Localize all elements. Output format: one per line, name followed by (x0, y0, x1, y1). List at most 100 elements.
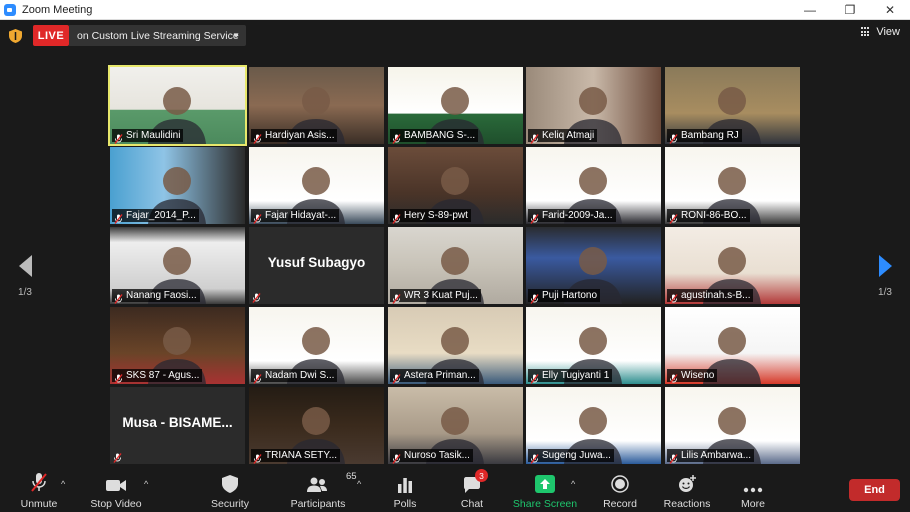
window-titlebar: Zoom Meeting — ❐ ✕ (0, 0, 910, 20)
participant-namebar: Lilis Ambarwa... (667, 449, 755, 464)
muted-mic-icon (392, 291, 401, 304)
muted-mic-icon (392, 451, 401, 464)
share-screen-button[interactable]: Share Screen (513, 471, 577, 511)
grid-view-icon (861, 27, 871, 37)
record-button[interactable]: Record (603, 471, 637, 511)
more-button[interactable]: More (738, 471, 768, 511)
participant-tile[interactable]: WR 3 Kuat Puj... (388, 227, 523, 304)
participant-namebar: RONI-86-BO... (667, 209, 750, 224)
participant-name: BAMBANG S-... (404, 130, 476, 141)
participant-namebar: Sri Maulidini (112, 129, 184, 144)
participant-tile[interactable]: Nadam Dwi S... (249, 307, 384, 384)
polls-button[interactable]: Polls (390, 471, 420, 511)
participant-tile[interactable]: Fajar Hidayat-... (249, 147, 384, 224)
muted-mic-icon (392, 211, 401, 224)
participant-namebar: Wiseno (667, 369, 718, 384)
participant-tile[interactable]: Bambang RJ (665, 67, 800, 144)
participant-tile[interactable]: agustinah.s-B... (665, 227, 800, 304)
participant-tile[interactable]: Astera Priman... (388, 307, 523, 384)
reactions-button[interactable]: Reactions (664, 471, 710, 511)
muted-mic-icon (669, 371, 678, 384)
stop-video-label: Stop Video (90, 498, 142, 510)
participants-icon (307, 477, 327, 492)
chevron-up-icon[interactable]: ^ (571, 479, 579, 489)
participant-tile[interactable]: Sugeng Juwa... (526, 387, 661, 464)
participant-tile[interactable]: Lilis Ambarwa... (665, 387, 800, 464)
muted-mic-icon (530, 451, 539, 464)
participant-tile[interactable]: TRIANA SETY... (249, 387, 384, 464)
participant-tile[interactable]: Puji Hartono (526, 227, 661, 304)
polls-label: Polls (393, 498, 417, 510)
participant-namebar: Hery S-89-pwt (390, 209, 471, 224)
participant-tile[interactable]: Keliq Atmaji (526, 67, 661, 144)
participant-tile[interactable]: Nuroso Tasik... (388, 387, 523, 464)
participant-namebar: Nuroso Tasik... (390, 449, 473, 464)
participant-namebar: Hardiyan Asis... (251, 129, 338, 144)
participant-tile[interactable]: Sri Maulidini (108, 65, 247, 146)
view-button[interactable]: View (861, 26, 900, 38)
participant-name: TRIANA SETY... (265, 450, 338, 461)
reactions-icon (679, 475, 696, 492)
muted-mic-icon (114, 291, 123, 304)
close-button[interactable]: ✕ (870, 0, 910, 20)
muted-mic-icon (114, 371, 123, 384)
chevron-up-icon[interactable]: ^ (61, 479, 69, 489)
participants-button[interactable]: 65 Participants (290, 471, 357, 511)
participant-namebar: Elly Tugiyanti 1 (528, 369, 613, 384)
participant-namebar: Astera Priman... (390, 369, 479, 384)
participant-tile[interactable]: Fajar_2014_P... (110, 147, 245, 224)
participant-name: Astera Priman... (404, 370, 476, 381)
participant-tile[interactable]: Nanang Faosi... (110, 227, 245, 304)
next-page-button[interactable]: 1/3 (870, 255, 900, 298)
participant-namebar: Puji Hartono (528, 289, 601, 304)
participant-namebar: Fajar Hidayat-... (251, 209, 340, 224)
more-label: More (741, 498, 765, 510)
participant-tile[interactable]: SKS 87 - Agus... (110, 307, 245, 384)
participant-name: Sugeng Juwa... (542, 450, 611, 461)
participant-tile[interactable]: BAMBANG S-... (388, 67, 523, 144)
participant-name: Keliq Atmaji (542, 130, 595, 141)
live-service-dropdown[interactable]: on Custom Live Streaming Service ▼ (69, 25, 246, 46)
participant-tile[interactable]: Hery S-89-pwt (388, 147, 523, 224)
muted-mic-icon (114, 131, 123, 144)
participant-tile[interactable]: Elly Tugiyanti 1 (526, 307, 661, 384)
previous-page-button[interactable]: 1/3 (10, 255, 40, 298)
participant-tile[interactable]: Hardiyan Asis... (249, 67, 384, 144)
muted-mic-icon (669, 451, 678, 464)
participant-tile[interactable]: Farid-2009-Ja... (526, 147, 661, 224)
participant-namebar: SKS 87 - Agus... (112, 369, 203, 384)
muted-mic-icon (252, 290, 262, 303)
security-label: Security (211, 498, 249, 510)
participants-label: Participants (290, 498, 346, 510)
participant-tile[interactable]: Yusuf Subagyo (249, 227, 384, 304)
participant-tile[interactable]: RONI-86-BO... (665, 147, 800, 224)
muted-mic-icon (530, 211, 539, 224)
page-indicator-right: 1/3 (878, 287, 892, 298)
participant-name: agustinah.s-B... (681, 290, 751, 301)
stop-video-button[interactable]: Stop Video (90, 471, 142, 511)
chevron-up-icon[interactable]: ^ (357, 479, 365, 489)
polls-icon (398, 478, 412, 493)
maximize-button[interactable]: ❐ (830, 0, 870, 20)
muted-mic-icon (669, 211, 678, 224)
participant-tile[interactable]: Wiseno (665, 307, 800, 384)
participant-namebar: BAMBANG S-... (390, 129, 479, 144)
arrow-right-icon (878, 255, 892, 277)
live-badge[interactable]: LIVE (33, 25, 69, 46)
video-gallery: Sri Maulidini Hardiyan Asis... BAMBANG S-.… (108, 65, 800, 464)
chat-button[interactable]: 3 Chat (458, 469, 488, 511)
participant-tile[interactable]: Musa - BISAME... (110, 387, 245, 464)
end-button[interactable]: End (849, 479, 900, 501)
chevron-down-icon: ▼ (232, 31, 240, 40)
participant-name: Nuroso Tasik... (404, 450, 470, 461)
shield-icon[interactable] (9, 29, 22, 43)
participant-name: Lilis Ambarwa... (681, 450, 752, 461)
security-button[interactable]: Security (210, 471, 250, 511)
minimize-button[interactable]: — (790, 0, 830, 20)
unmute-button[interactable]: Unmute (18, 471, 60, 511)
arrow-left-icon (18, 255, 32, 277)
participant-name: Puji Hartono (542, 290, 598, 301)
unmute-label: Unmute (20, 498, 58, 510)
participant-name: Elly Tugiyanti 1 (542, 370, 610, 381)
chevron-up-icon[interactable]: ^ (144, 479, 152, 489)
